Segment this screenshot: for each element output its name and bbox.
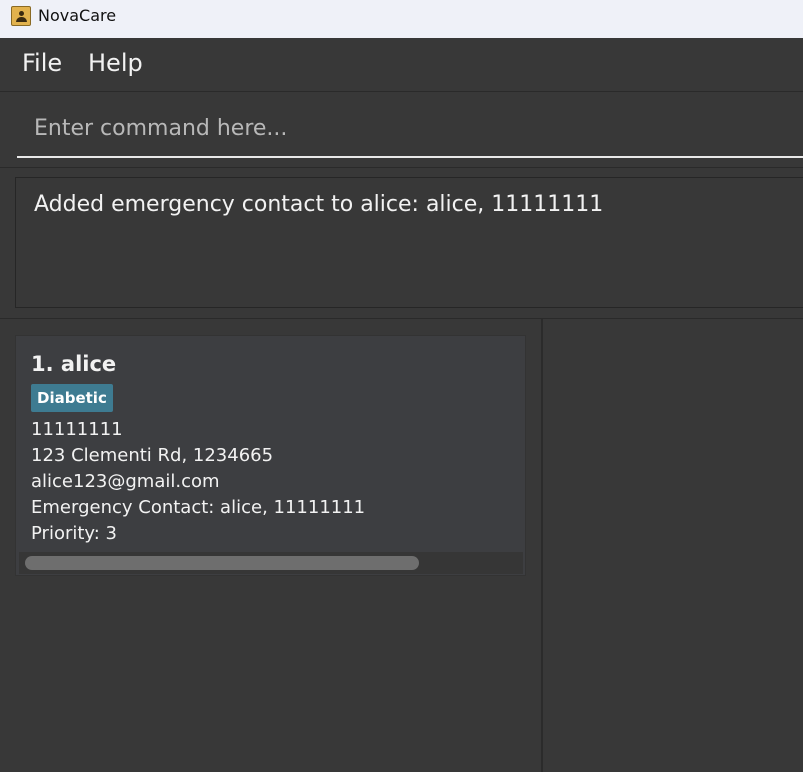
person-name: 1. alice [31, 352, 117, 376]
app-window: NovaCare File Help Added emergency conta… [0, 0, 803, 772]
detail-panel [543, 319, 803, 772]
person-emergency-contact: Emergency Contact: alice, 11111111 [31, 497, 366, 518]
contact-book-icon [11, 6, 31, 26]
result-message: Added emergency contact to alice: alice,… [34, 192, 604, 217]
result-display-area: Added emergency contact to alice: alice,… [0, 168, 803, 319]
person-list-panel[interactable]: 1. alice Diabetic 11111111 123 Clementi … [0, 319, 541, 772]
person-card[interactable]: 1. alice Diabetic 11111111 123 Clementi … [15, 335, 526, 576]
person-phone: 11111111 [31, 419, 123, 440]
tag-badge: Diabetic [31, 384, 113, 412]
horizontal-scrollbar[interactable] [19, 552, 523, 574]
command-box [0, 92, 803, 168]
result-display[interactable]: Added emergency contact to alice: alice,… [15, 177, 803, 308]
command-input[interactable] [17, 100, 803, 158]
menu-help[interactable]: Help [88, 49, 143, 77]
person-email: alice123@gmail.com [31, 471, 220, 492]
window-title: NovaCare [38, 6, 117, 25]
title-bar: NovaCare [0, 0, 803, 38]
scrollbar-thumb[interactable] [25, 556, 419, 570]
person-priority: Priority: 3 [31, 523, 117, 544]
menu-bar: File Help [0, 38, 803, 92]
menu-file[interactable]: File [22, 49, 62, 77]
person-address: 123 Clementi Rd, 1234665 [31, 445, 274, 466]
